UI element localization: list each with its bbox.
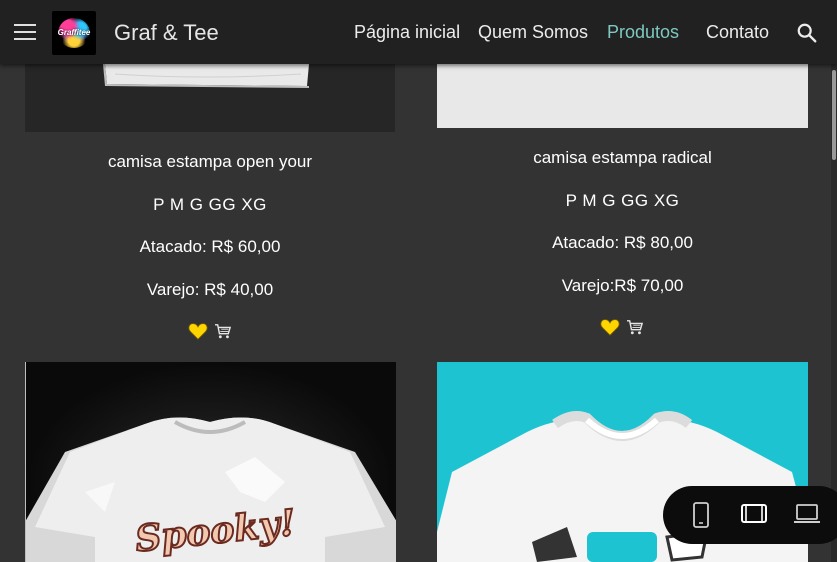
product-actions (188, 322, 232, 340)
product-image-radical[interactable] (437, 64, 808, 128)
search-icon[interactable] (796, 22, 818, 44)
tablet-icon[interactable] (741, 504, 767, 524)
site-header: Graffitee Graf & Tee Página inicial Quem… (0, 0, 837, 64)
cart-icon[interactable] (214, 323, 232, 339)
nav-link-products[interactable]: Produtos (607, 22, 679, 43)
wholesale-price: Atacado: R$ 60,00 (139, 237, 281, 256)
cart-icon[interactable] (626, 319, 644, 335)
nav-link-about[interactable]: Quem Somos (478, 22, 588, 43)
site-title[interactable]: Graf & Tee (114, 20, 219, 46)
retail-price: Varejo: R$ 40,00 (146, 280, 274, 299)
hamburger-menu-icon[interactable] (14, 24, 36, 40)
product-image-spooky[interactable]: Spooky! (25, 362, 396, 562)
heart-icon[interactable] (188, 322, 208, 340)
mobile-icon[interactable] (692, 502, 710, 528)
product-image-open-your[interactable] (25, 64, 395, 132)
laptop-icon[interactable] (793, 504, 821, 524)
retail-price: Varejo:R$ 70,00 (561, 276, 684, 295)
product-name[interactable]: camisa estampa open your (25, 152, 395, 172)
nav-link-home[interactable]: Página inicial (354, 22, 460, 43)
tshirt-fold-graphic (103, 64, 309, 88)
product-name[interactable]: camisa estampa radical (437, 148, 808, 168)
heart-icon[interactable] (600, 318, 620, 336)
product-actions (600, 318, 644, 336)
device-preview-bar (663, 486, 837, 544)
product-sizes: P M G GG XG (153, 195, 267, 214)
scrollbar-thumb[interactable] (832, 70, 836, 160)
wholesale-price: Atacado: R$ 80,00 (552, 233, 693, 252)
site-logo[interactable]: Graffitee (52, 11, 96, 55)
nav-link-contact[interactable]: Contato (706, 22, 769, 43)
logo-text: Graffitee (57, 28, 91, 37)
image-divider (25, 362, 26, 562)
product-sizes: P M G GG XG (565, 191, 680, 210)
